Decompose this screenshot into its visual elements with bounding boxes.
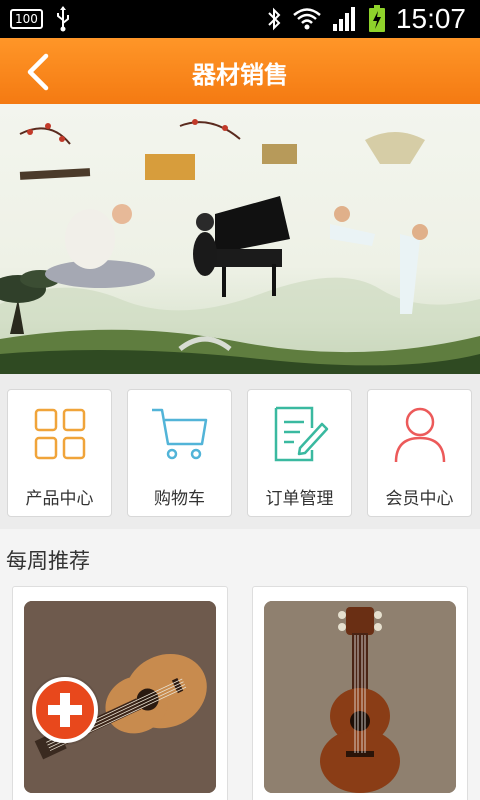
menu-item-label: 会员中心 bbox=[385, 489, 454, 509]
menu-item-orders[interactable]: 订单管理 bbox=[247, 389, 352, 517]
menu-item-products[interactable]: 产品中心 bbox=[7, 389, 112, 517]
banner-illustration bbox=[0, 119, 480, 374]
banner-carousel[interactable] bbox=[0, 104, 480, 374]
plus-icon bbox=[48, 693, 82, 727]
clock-time: 15:07 bbox=[395, 3, 466, 34]
grid-icon bbox=[34, 408, 86, 460]
signal-icon bbox=[332, 7, 355, 31]
cart-icon bbox=[152, 408, 208, 460]
app-header: 器材销售 bbox=[0, 38, 480, 104]
page-title: 器材销售 bbox=[192, 61, 288, 89]
user-icon bbox=[394, 407, 446, 463]
battery-percent-badge: 100 bbox=[10, 9, 43, 29]
product-image bbox=[264, 601, 456, 793]
bluetooth-icon bbox=[268, 7, 281, 31]
edit-note-icon bbox=[274, 406, 329, 462]
section-title: 每周推荐 bbox=[6, 549, 90, 573]
add-to-cart-button[interactable] bbox=[32, 677, 98, 743]
status-bar: 100 15:07 bbox=[0, 0, 480, 38]
menu-item-label: 购物车 bbox=[154, 489, 205, 509]
menu-item-label: 订单管理 bbox=[265, 489, 334, 509]
ukulele-image bbox=[264, 601, 456, 793]
menu-item-label: 产品中心 bbox=[25, 489, 94, 509]
product-card[interactable] bbox=[252, 586, 468, 800]
usb-icon bbox=[56, 6, 69, 32]
menu-item-member[interactable]: 会员中心 bbox=[367, 389, 472, 517]
quick-menu: 产品中心 购物车 订单管理 会员中心 bbox=[0, 374, 480, 529]
menu-item-cart[interactable]: 购物车 bbox=[127, 389, 232, 517]
weekly-recommend-section: 每周推荐 bbox=[0, 529, 480, 800]
wifi-icon bbox=[293, 8, 321, 30]
battery-charging-icon bbox=[368, 5, 385, 32]
